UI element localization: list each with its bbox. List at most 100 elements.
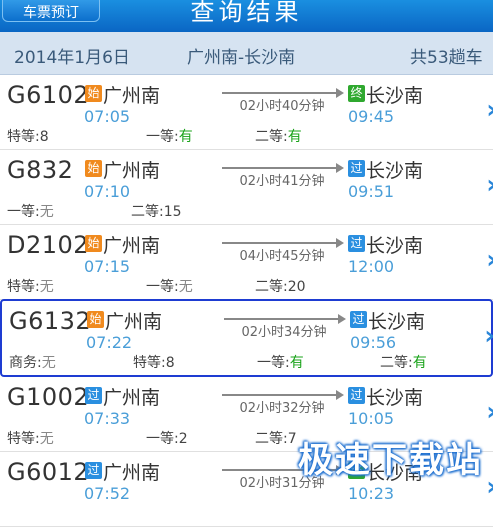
seat-class-label: 二等:	[380, 355, 413, 371]
seat-availability: 一等:有	[146, 126, 193, 146]
train-number: G6012	[7, 458, 90, 486]
seat-availability: 二等:有	[380, 352, 427, 372]
destination-type-badge: 过	[348, 235, 365, 252]
chevron-right-icon[interactable]: ›	[484, 321, 493, 351]
arrival-station: 长沙南	[366, 235, 424, 257]
seat-class-label: 一等:	[146, 129, 179, 145]
seat-class-label: 商务:	[9, 355, 42, 371]
arrow-icon	[224, 314, 346, 324]
chevron-right-icon[interactable]: ›	[486, 397, 493, 427]
seat-class-label: 二等:	[255, 279, 288, 295]
travel-date: 2014年1月6日	[14, 48, 130, 68]
arrival-time: 12:00	[348, 257, 395, 276]
seat-availability: 一等:有	[257, 352, 304, 372]
seat-class-label: 特等:	[133, 355, 166, 371]
seat-availability: 一等:无	[146, 276, 193, 296]
chevron-right-icon[interactable]: ›	[486, 95, 493, 125]
travel-duration: 04小时45分钟	[239, 249, 325, 264]
arrival-time: 10:23	[348, 484, 395, 503]
seat-count: 无	[178, 279, 193, 295]
train-row[interactable]: D2102 始广州南 07:15 04小时45分钟过长沙南 12:00 特等:无 一等:无二…	[0, 225, 493, 300]
arrival-time: 09:45	[348, 107, 395, 126]
train-number: G1002	[7, 383, 90, 411]
seat-count: 无	[39, 279, 54, 295]
travel-duration: 02小时34分钟	[241, 325, 327, 340]
seat-availability: 特等:无	[7, 276, 54, 296]
seat-class-label: 特等:	[7, 129, 40, 145]
departure-time: 07:52	[84, 484, 131, 503]
seat-class-label: 特等:	[7, 431, 40, 447]
departure-station: 广州南	[103, 160, 161, 182]
page-title: 查询结果	[190, 0, 303, 26]
arrival-station: 长沙南	[366, 160, 424, 182]
destination-type-badge: 终	[348, 85, 365, 102]
departure-time: 07:15	[84, 257, 131, 276]
seat-count: 有	[287, 129, 302, 145]
seat-class-label: 特等:	[7, 279, 40, 295]
seat-count: 2	[178, 431, 188, 447]
seat-count: 无	[41, 355, 56, 371]
train-row[interactable]: G6102 始广州南 07:05 02小时40分钟终长沙南 09:45 特等:8 一等:有二…	[0, 75, 493, 150]
seat-class-label: 二等:	[131, 204, 164, 220]
train-number: G6102	[7, 81, 90, 109]
train-number: D2102	[7, 231, 90, 259]
seat-count: 无	[39, 204, 54, 220]
arrival-station: 长沙南	[366, 85, 424, 107]
route-label: 广州南-长沙南	[187, 48, 296, 68]
train-row[interactable]: G832 始广州南07:10 02小时41分钟 过长沙南09:51 一等:无 二等:15 ›	[0, 150, 493, 225]
destination-type-badge: 过	[348, 387, 365, 404]
origin-type-badge: 始	[85, 160, 102, 177]
seat-count: 20	[287, 279, 306, 295]
departure-station: 广州南	[103, 85, 161, 107]
seat-availability: 二等:15	[131, 201, 182, 221]
departure-station: 广州南	[103, 235, 161, 257]
seat-class-label: 一等:	[7, 204, 40, 220]
chevron-right-icon[interactable]: ›	[486, 245, 493, 275]
origin-type-badge: 过	[85, 387, 102, 404]
title-bar: 车票预订 查询结果	[0, 0, 493, 32]
arrival-time: 09:51	[348, 182, 395, 201]
departure-time: 07:10	[84, 182, 131, 201]
departure-station: 广州南	[105, 311, 163, 333]
seat-availability: 特等:8	[7, 126, 49, 146]
seat-availability: 二等:7	[255, 428, 297, 448]
arrival-time: 09:56	[350, 333, 397, 352]
train-number: G6132	[9, 307, 92, 335]
train-number: G832	[7, 156, 74, 184]
seat-class-label: 一等:	[257, 355, 290, 371]
origin-type-badge: 始	[87, 311, 104, 328]
train-row[interactable]: G6132 始广州南 07:22 02小时34分钟 过长沙南 09:56 商务:无 特等:8 一…	[0, 299, 493, 377]
seat-class-label: 二等:	[255, 431, 288, 447]
travel-duration: 02小时32分钟	[239, 401, 325, 416]
seat-availability: 特等:8	[133, 352, 175, 372]
departure-time: 07:05	[84, 107, 131, 126]
origin-type-badge: 始	[85, 85, 102, 102]
origin-type-badge: 始	[85, 235, 102, 252]
travel-duration: 02小时40分钟	[239, 99, 325, 114]
destination-type-badge: 过	[350, 311, 367, 328]
seat-count: 7	[287, 431, 297, 447]
chevron-right-icon[interactable]: ›	[486, 170, 493, 200]
arrow-icon	[222, 88, 344, 98]
seat-availability: 特等:无	[7, 428, 54, 448]
departure-time: 07:22	[86, 333, 133, 352]
seat-count: 有	[289, 355, 304, 371]
seat-availability: 商务:无	[9, 352, 56, 372]
seat-count: 8	[39, 129, 49, 145]
query-summary-bar: 2014年1月6日 广州南-长沙南 共53趟车	[0, 32, 493, 75]
seat-count: 15	[163, 204, 182, 220]
arrow-icon	[222, 163, 344, 173]
seat-availability: 一等:无	[7, 201, 54, 221]
seat-class-label: 一等:	[146, 279, 179, 295]
seat-availability: 二等:20	[255, 276, 306, 296]
seat-availability: 一等:2	[146, 428, 188, 448]
seat-class-label: 一等:	[146, 431, 179, 447]
seat-availability: 二等:有	[255, 126, 302, 146]
chevron-right-icon[interactable]: ›	[486, 472, 493, 502]
departure-station: 广州南	[103, 462, 161, 484]
destination-type-badge: 过	[348, 160, 365, 177]
seat-class-label: 二等:	[255, 129, 288, 145]
departure-time: 07:33	[84, 409, 131, 428]
travel-duration: 02小时41分钟	[239, 174, 325, 189]
arrival-time: 10:05	[348, 409, 395, 428]
